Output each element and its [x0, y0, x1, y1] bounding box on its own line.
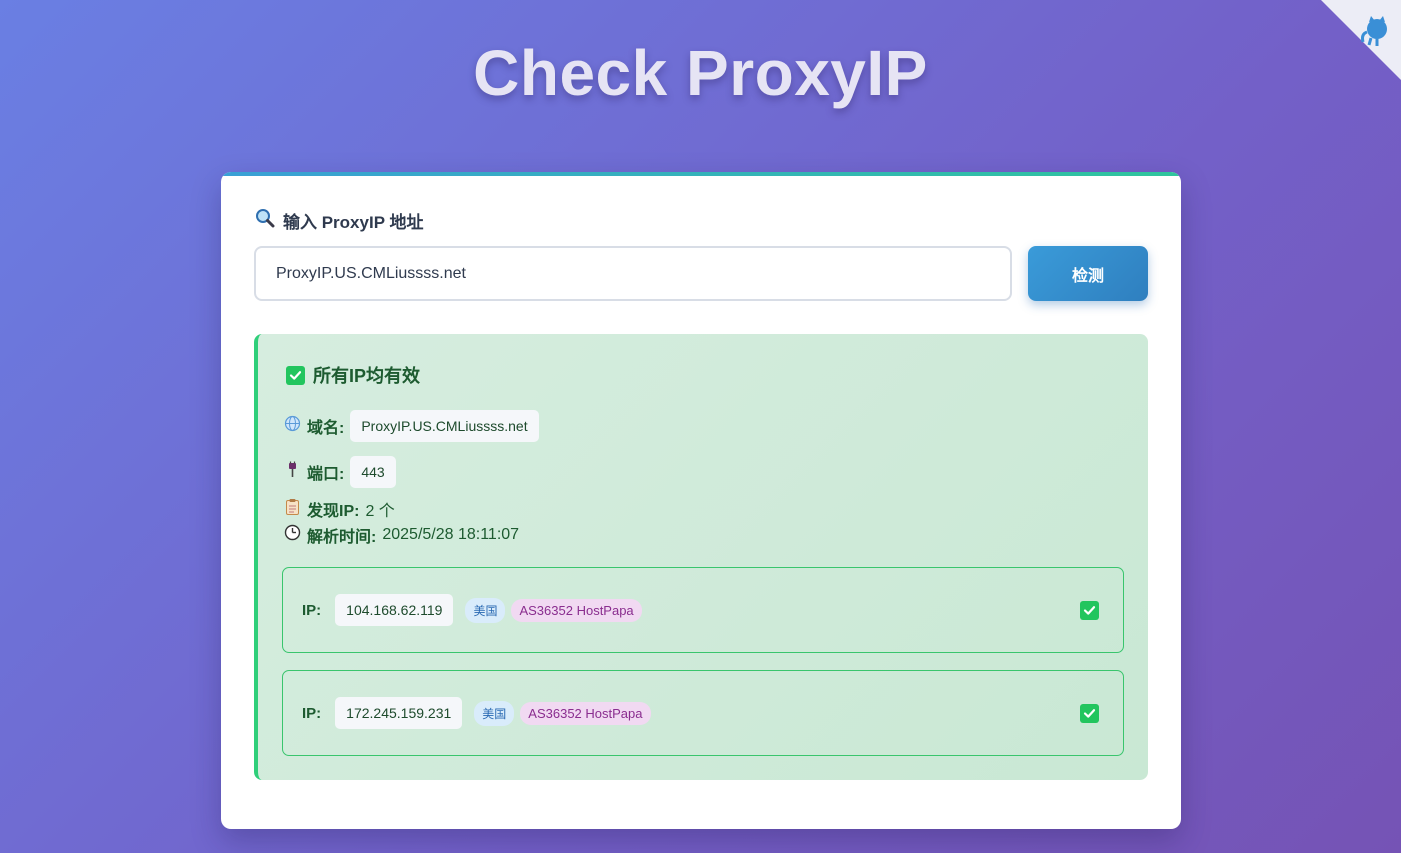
ip-label: IP:	[302, 704, 322, 722]
asn-badge: AS36352 HostPapa	[511, 598, 642, 622]
found-row: 发现IP: 2 个	[284, 497, 395, 521]
proxyip-input[interactable]	[254, 246, 1012, 301]
time-value: 2025/5/28 18:11:07	[382, 526, 520, 543]
ip-address: 172.245.159.231	[335, 697, 463, 729]
card-accent-bar	[221, 172, 1181, 176]
domain-value: ProxyIP.US.CMLiussss.net	[350, 410, 539, 442]
input-label-text: 输入 ProxyIP 地址	[283, 213, 424, 232]
checker-card: 输入 ProxyIP 地址 检测 所有IP均有效 域名: ProxyIP.US.…	[221, 172, 1181, 829]
domain-label: 域名:	[307, 420, 345, 437]
check-icon	[1080, 704, 1099, 723]
ip-card: IP: 104.168.62.119 美国 AS36352 HostPapa	[282, 567, 1124, 653]
clipboard-icon	[284, 498, 301, 520]
globe-icon	[284, 415, 301, 437]
input-label: 输入 ProxyIP 地址	[255, 208, 423, 233]
result-panel: 所有IP均有效 域名: ProxyIP.US.CMLiussss.net 端口:…	[254, 334, 1148, 780]
found-value: 2 个	[365, 503, 395, 520]
check-button[interactable]: 检测	[1028, 246, 1148, 301]
time-row: 解析时间: 2025/5/28 18:11:07	[284, 523, 519, 547]
magnifier-icon	[255, 208, 275, 233]
check-icon	[1080, 601, 1099, 620]
ip-label: IP:	[302, 601, 322, 619]
ip-card: IP: 172.245.159.231 美国 AS36352 HostPapa	[282, 670, 1124, 756]
asn-badge: AS36352 HostPapa	[520, 701, 651, 725]
country-badge: 美国	[474, 700, 515, 726]
domain-row: 域名: ProxyIP.US.CMLiussss.net	[284, 410, 539, 442]
port-label: 端口:	[307, 466, 345, 483]
result-status-text: 所有IP均有效	[313, 366, 421, 386]
result-status: 所有IP均有效	[286, 362, 420, 388]
page-title: Check ProxyIP	[473, 37, 928, 109]
time-label: 解析时间:	[307, 529, 377, 546]
port-row: 端口: 443	[284, 456, 396, 488]
plug-icon	[284, 461, 301, 483]
clock-icon	[284, 524, 301, 546]
check-icon	[286, 365, 305, 385]
ip-address: 104.168.62.119	[335, 594, 454, 626]
port-value: 443	[350, 456, 396, 488]
found-label: 发现IP:	[307, 503, 360, 520]
country-badge: 美国	[465, 597, 506, 623]
